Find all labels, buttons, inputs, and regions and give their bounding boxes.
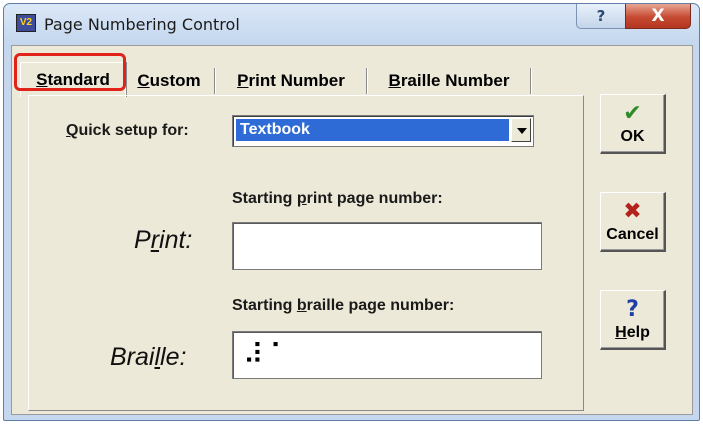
print-number-heading: Starting print page number: (232, 190, 443, 207)
quick-setup-select[interactable]: Textbook (232, 115, 534, 147)
chevron-down-icon[interactable] (511, 118, 531, 142)
close-button[interactable]: X (625, 4, 691, 29)
quick-setup-label: Quick setup for: (66, 122, 189, 139)
standard-tab-highlight (14, 53, 126, 91)
braille-label: Braille: (110, 343, 187, 371)
window-title: Page Numbering Control (44, 15, 240, 34)
check-icon: ✔ (623, 101, 642, 126)
print-page-number-input[interactable] (232, 222, 542, 270)
braille-page-number-input[interactable]: ⠼⠁ (232, 331, 542, 379)
tab-custom[interactable]: Custom (126, 66, 212, 96)
app-icon: V2 (16, 14, 36, 32)
help-button[interactable]: ? Help (600, 290, 666, 350)
print-label: Print: (134, 226, 193, 254)
tab-separator (214, 68, 215, 94)
tab-separator (530, 68, 531, 94)
tab-print-number[interactable]: Print Number (218, 66, 364, 96)
quick-setup-selected-value: Textbook (235, 118, 510, 142)
ok-button[interactable]: ✔ OK (600, 94, 666, 154)
ok-button-label: OK (620, 128, 645, 145)
x-icon: ✖ (623, 199, 642, 224)
question-icon: ? (626, 297, 639, 322)
help-button-label: Help (615, 324, 650, 341)
braille-page-number-value: ⠼⠁ (243, 338, 297, 371)
titlebar-help-button[interactable]: ? (576, 4, 626, 29)
title-bar[interactable]: V2 Page Numbering Control ? X (4, 4, 699, 42)
cancel-button[interactable]: ✖ Cancel (600, 192, 666, 252)
tab-separator (366, 68, 367, 94)
cancel-button-label: Cancel (606, 226, 659, 243)
tab-braille-number[interactable]: Braille Number (370, 66, 528, 96)
braille-number-heading: Starting braille page number: (232, 297, 455, 314)
dialog-client-area: Standard Custom Print Number Braille Num… (11, 45, 693, 415)
